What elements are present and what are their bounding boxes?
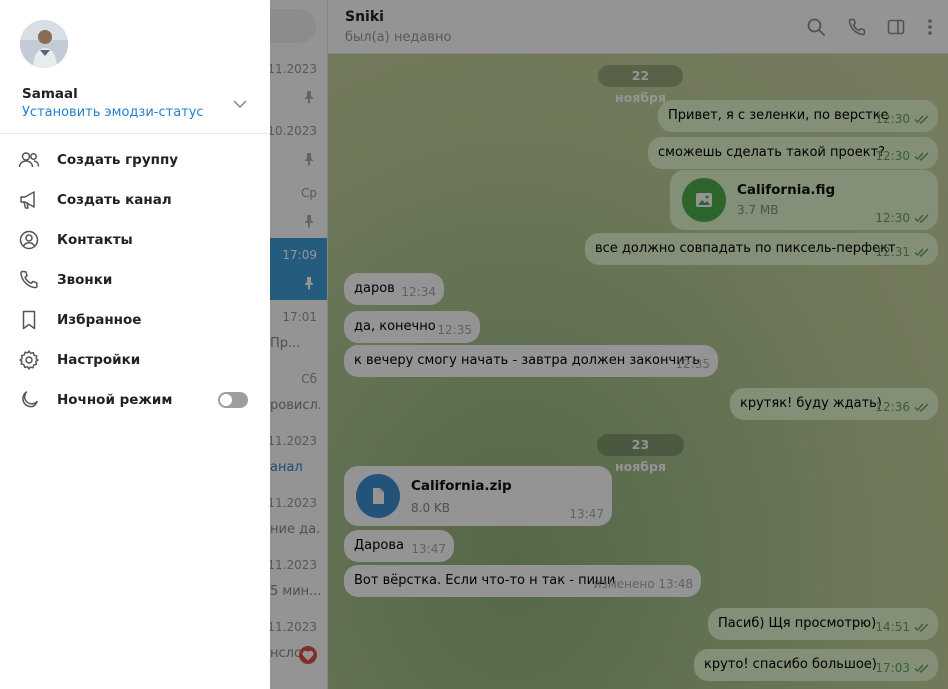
avatar[interactable] [20,20,68,68]
menu-item-new-channel[interactable]: Создать канал [0,180,270,220]
menu-item-label: Ночной режим [57,392,173,408]
menu-item-label: Настройки [57,352,141,368]
night-mode-toggle[interactable] [218,392,248,408]
menu-item-label: Создать канал [57,192,172,208]
menu-item-new-group[interactable]: Создать группу [0,140,270,180]
divider [0,133,270,134]
menu-item-label: Звонки [57,272,113,288]
phone-icon [18,269,40,291]
menu-item-contacts[interactable]: Контакты [0,220,270,260]
menu-item-label: Избранное [57,312,142,328]
menu-item-night-mode[interactable]: Ночной режим [0,380,270,420]
people-icon [18,149,40,171]
chevron-down-icon[interactable] [231,95,249,113]
moon-icon [18,389,40,411]
toggle-knob [220,394,232,406]
gear-icon [18,349,40,371]
menu-item-settings[interactable]: Настройки [0,340,270,380]
contact-icon [18,229,40,251]
menu-item-label: Контакты [57,232,133,248]
user-name: Samaal [22,86,78,102]
drawer-backdrop[interactable] [270,0,948,689]
set-emoji-status-link[interactable]: Установить эмодзи-статус [22,105,204,120]
menu-item-label: Создать группу [57,152,179,168]
bookmark-icon [18,309,40,331]
menu-item-calls[interactable]: Звонки [0,260,270,300]
side-drawer: Samaal Установить эмодзи-статус Создать … [0,0,270,689]
menu-item-saved[interactable]: Избранное [0,300,270,340]
megaphone-icon [18,189,40,211]
